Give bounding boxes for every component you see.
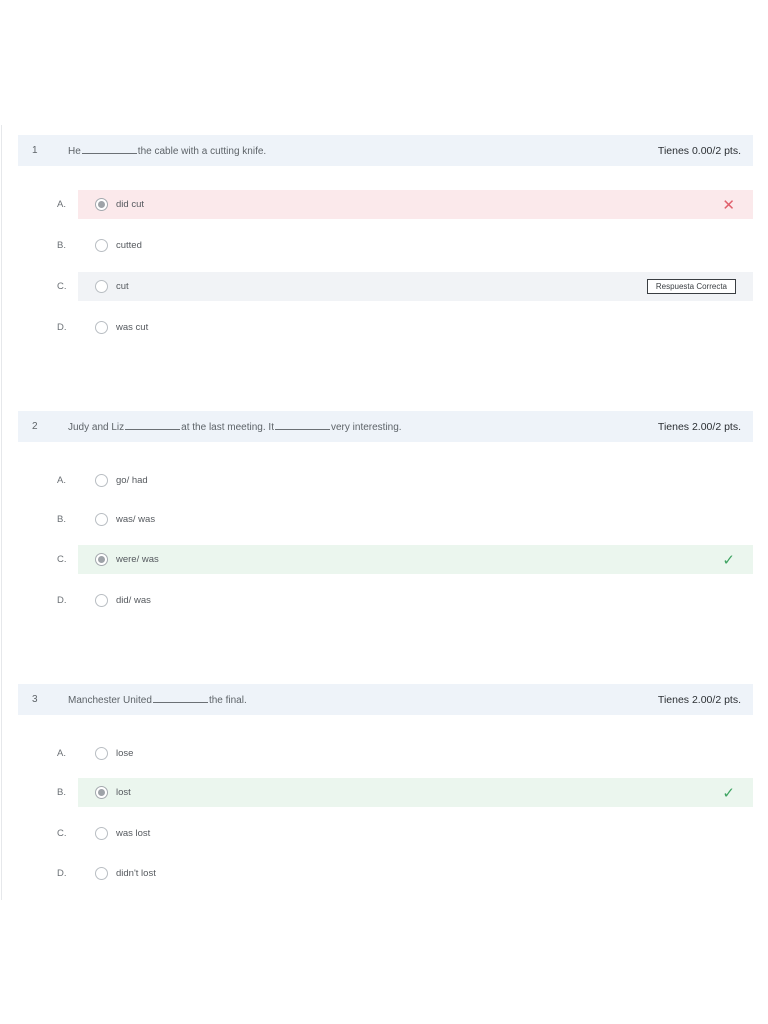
option-label: were/ was <box>116 554 159 565</box>
option-label: was cut <box>116 322 149 333</box>
radio-button-selected[interactable] <box>95 786 108 799</box>
option-row-incorrect[interactable]: did cut ✕ <box>78 190 753 219</box>
question-text: Judy and Liz at the last meeting. It very … <box>68 421 402 433</box>
answer-blank <box>152 694 208 703</box>
option-row[interactable]: was cut <box>78 313 753 342</box>
radio-button[interactable] <box>95 280 108 293</box>
radio-button[interactable] <box>95 594 108 607</box>
option-b[interactable]: B. lost ✓ <box>18 778 753 807</box>
option-b[interactable]: B. cutted <box>18 231 753 260</box>
option-letter: A. <box>57 199 66 210</box>
option-a[interactable]: A. go/ had <box>18 466 753 495</box>
answer-blank <box>81 145 137 154</box>
option-label: cutted <box>116 240 142 251</box>
radio-button[interactable] <box>95 747 108 760</box>
option-letter: A. <box>57 475 66 486</box>
option-row-correct[interactable]: lost ✓ <box>78 778 753 807</box>
question-number: 1 <box>32 145 38 156</box>
question-header: 3 Manchester United the final. Tienes 2.0… <box>18 684 753 715</box>
option-b[interactable]: B. was/ was <box>18 505 753 534</box>
option-letter: A. <box>57 748 66 759</box>
option-letter: B. <box>57 787 66 798</box>
option-label: did/ was <box>116 595 151 606</box>
option-row[interactable]: cutted <box>78 231 753 260</box>
question-number: 3 <box>32 694 38 705</box>
question-score: Tienes 0.00/2 pts. <box>657 144 741 157</box>
answer-blank <box>125 421 181 430</box>
option-row-correct-answer[interactable]: cut Respuesta Correcta <box>78 272 753 301</box>
option-label: was/ was <box>116 514 156 525</box>
option-label: was lost <box>116 828 151 839</box>
option-letter: D. <box>57 322 67 333</box>
question-3: 3 Manchester United the final. Tienes 2.0… <box>18 684 753 880</box>
question-score: Tienes 2.00/2 pts. <box>657 420 741 433</box>
question-number: 2 <box>32 421 38 432</box>
radio-button[interactable] <box>95 867 108 880</box>
correct-answer-tag: Respuesta Correcta <box>646 279 736 294</box>
option-row[interactable]: go/ had <box>78 466 753 495</box>
question-text: Manchester United the final. <box>68 694 247 706</box>
option-letter: C. <box>57 281 67 292</box>
option-c[interactable]: C. cut Respuesta Correcta <box>18 272 753 301</box>
question-2: 2 Judy and Liz at the last meeting. It ver… <box>18 411 753 607</box>
option-letter: D. <box>57 595 67 606</box>
radio-button[interactable] <box>95 239 108 252</box>
option-d[interactable]: D. didn't lost <box>18 859 753 888</box>
option-letter: D. <box>57 868 67 879</box>
option-c[interactable]: C. were/ was ✓ <box>18 545 753 574</box>
close-icon: ✕ <box>722 196 735 214</box>
option-letter: B. <box>57 240 66 251</box>
option-label: lose <box>116 748 134 759</box>
option-label: cut <box>116 281 129 292</box>
radio-button[interactable] <box>95 827 108 840</box>
radio-button-selected[interactable] <box>95 198 108 211</box>
question-text: He the cable with a cutting knife. <box>68 145 267 157</box>
option-c[interactable]: C. was lost <box>18 819 753 848</box>
option-d[interactable]: D. was cut <box>18 313 753 342</box>
option-row[interactable]: was lost <box>78 819 753 848</box>
question-header: 2 Judy and Liz at the last meeting. It ver… <box>18 411 753 442</box>
option-row[interactable]: did/ was <box>78 586 753 615</box>
option-row[interactable]: didn't lost <box>78 859 753 888</box>
radio-button[interactable] <box>95 321 108 334</box>
option-letter: C. <box>57 554 67 565</box>
option-label: go/ had <box>116 475 148 486</box>
option-letter: C. <box>57 828 67 839</box>
question-score: Tienes 2.00/2 pts. <box>657 693 741 706</box>
checkmark-icon: ✓ <box>722 551 735 569</box>
radio-button-selected[interactable] <box>95 553 108 566</box>
answer-blank <box>274 421 330 430</box>
option-a[interactable]: A. did cut ✕ <box>18 190 753 219</box>
left-divider <box>1 125 2 900</box>
option-a[interactable]: A. lose <box>18 739 753 768</box>
radio-button[interactable] <box>95 474 108 487</box>
question-header: 1 He the cable with a cutting knife. Tien… <box>18 135 753 166</box>
option-row-correct[interactable]: were/ was ✓ <box>78 545 753 574</box>
option-row[interactable]: was/ was <box>78 505 753 534</box>
question-1: 1 He the cable with a cutting knife. Tien… <box>18 135 753 334</box>
checkmark-icon: ✓ <box>722 784 735 802</box>
radio-button[interactable] <box>95 513 108 526</box>
option-row[interactable]: lose <box>78 739 753 768</box>
option-letter: B. <box>57 514 66 525</box>
option-label: didn't lost <box>116 868 156 879</box>
option-d[interactable]: D. did/ was <box>18 586 753 615</box>
option-label: did cut <box>116 199 144 210</box>
option-label: lost <box>116 787 131 798</box>
